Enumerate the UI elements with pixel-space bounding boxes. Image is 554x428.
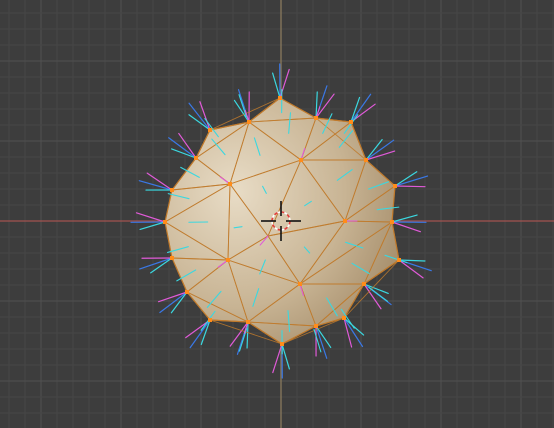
vertex-normal <box>394 175 429 187</box>
3d-viewport[interactable] <box>0 0 554 428</box>
mesh-vertex[interactable] <box>170 188 174 192</box>
mesh-vertex[interactable] <box>349 120 353 124</box>
split-normal <box>146 172 173 191</box>
mesh-vertex[interactable] <box>393 184 397 188</box>
mesh-vertex[interactable] <box>278 96 282 100</box>
mesh-vertex[interactable] <box>342 316 346 320</box>
viewport-canvas[interactable] <box>0 0 554 428</box>
mesh-vertex[interactable] <box>397 258 401 262</box>
mesh-vertex[interactable] <box>226 258 230 262</box>
vertex-normal <box>139 257 173 270</box>
split-normal <box>394 185 426 188</box>
mesh-vertex[interactable] <box>228 182 232 186</box>
mesh-vertex[interactable] <box>314 324 318 328</box>
mesh-vertex[interactable] <box>390 220 394 224</box>
mesh-vertex[interactable] <box>280 342 284 346</box>
mesh-vertex[interactable] <box>314 116 318 120</box>
mesh-vertex[interactable] <box>298 282 302 286</box>
mesh-vertex[interactable] <box>343 219 347 223</box>
mesh-vertex[interactable] <box>170 256 174 260</box>
mesh-vertex[interactable] <box>208 318 212 322</box>
icosphere-mesh[interactable] <box>164 97 400 345</box>
mesh-vertex[interactable] <box>247 120 251 124</box>
mesh-vertex[interactable] <box>163 220 167 224</box>
mesh-vertex[interactable] <box>299 158 303 162</box>
mesh-vertex[interactable] <box>208 128 212 132</box>
face-normal <box>394 171 418 187</box>
mesh-vertex[interactable] <box>194 156 198 160</box>
mesh-vertex[interactable] <box>246 320 250 324</box>
split-normal <box>365 150 396 161</box>
mesh-vertex[interactable] <box>364 158 368 162</box>
mesh-vertex[interactable] <box>185 290 189 294</box>
mesh-vertex[interactable] <box>362 282 366 286</box>
vertex-normal <box>189 319 211 349</box>
split-normal <box>391 221 421 233</box>
